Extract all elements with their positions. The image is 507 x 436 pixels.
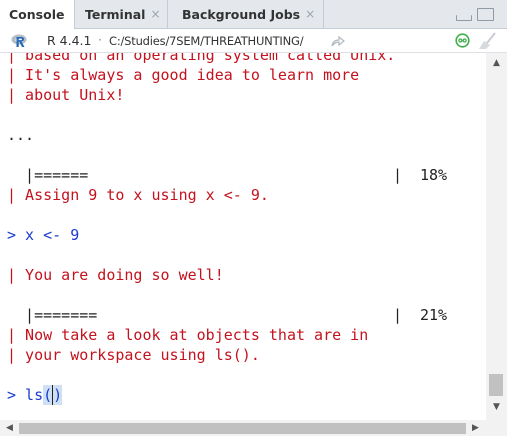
- progress-percent: 18%: [420, 166, 448, 184]
- separator-dot: ·: [98, 33, 102, 47]
- horizontal-scrollbar[interactable]: ◀ ▶: [0, 420, 486, 436]
- tab-console[interactable]: Console: [0, 0, 75, 29]
- progress-bar-end: |: [393, 306, 403, 324]
- tab-terminal[interactable]: Terminal ×: [76, 0, 167, 28]
- scrollbar-corner: [486, 420, 507, 436]
- scroll-up-arrow-icon[interactable]: ▲: [486, 55, 507, 72]
- console-input[interactable]: > ls(): [7, 385, 63, 405]
- console-input-text[interactable]: > ls(): [7, 385, 63, 405]
- vertical-scrollbar[interactable]: ▲ ▼: [486, 53, 507, 420]
- maximize-pane-icon[interactable]: [477, 8, 494, 21]
- vertical-scroll-thumb[interactable]: [489, 374, 503, 396]
- console-line: | It's always a good idea to learn more: [7, 66, 360, 84]
- tab-console-label: Console: [9, 7, 65, 22]
- progress-bar-text: |======: [7, 166, 89, 184]
- share-arrow-icon[interactable]: [331, 35, 345, 47]
- matching-paren-highlight: (: [43, 385, 53, 405]
- console-line: | about Unix!: [7, 86, 125, 104]
- tab-background-jobs[interactable]: Background Jobs ×: [173, 0, 323, 28]
- console-header: R 4.4.1 · C:/Studies/7SEM/THREATHUNTING/: [0, 29, 507, 53]
- progress-bar-end: |: [393, 166, 403, 184]
- scroll-down-arrow-icon[interactable]: ▼: [486, 399, 507, 416]
- console-line: | Assign 9 to x using x <- 9.: [7, 186, 269, 204]
- horizontal-scroll-thumb[interactable]: [19, 423, 466, 434]
- console-output[interactable]: | based on an operating system called Un…: [0, 53, 486, 420]
- scroll-right-arrow-icon[interactable]: ▶: [467, 420, 484, 436]
- tab-divider: [167, 0, 168, 28]
- minimize-pane-icon[interactable]: [456, 15, 472, 21]
- console-line: | You are doing so well!: [7, 266, 224, 284]
- matching-paren-highlight: ): [52, 385, 63, 405]
- working-directory-path[interactable]: C:/Studies/7SEM/THREATHUNTING/: [109, 34, 304, 48]
- r-logo-icon: [11, 34, 27, 47]
- r-version-label: R 4.4.1: [47, 33, 92, 48]
- console-line: | based on an operating system called Un…: [7, 53, 396, 64]
- pane-tab-bar: Console Terminal × Background Jobs ×: [0, 0, 507, 29]
- progress-percent: 21%: [420, 306, 448, 324]
- clear-console-broom-icon[interactable]: [476, 32, 498, 50]
- console-line: ...: [7, 126, 35, 144]
- tab-terminal-label: Terminal: [85, 6, 146, 22]
- close-icon[interactable]: ×: [150, 7, 160, 21]
- close-icon[interactable]: ×: [305, 7, 315, 21]
- scroll-left-arrow-icon[interactable]: ◀: [1, 420, 18, 436]
- console-command: > x <- 9: [7, 226, 80, 244]
- tab-divider: [323, 0, 324, 28]
- console-line: | your workspace using ls().: [7, 346, 260, 364]
- interrupt-r-icon[interactable]: [455, 33, 470, 48]
- progress-bar-text: |=======: [7, 306, 98, 324]
- tab-background-jobs-label: Background Jobs: [182, 6, 301, 22]
- console-line: | Now take a look at objects that are in: [7, 326, 369, 344]
